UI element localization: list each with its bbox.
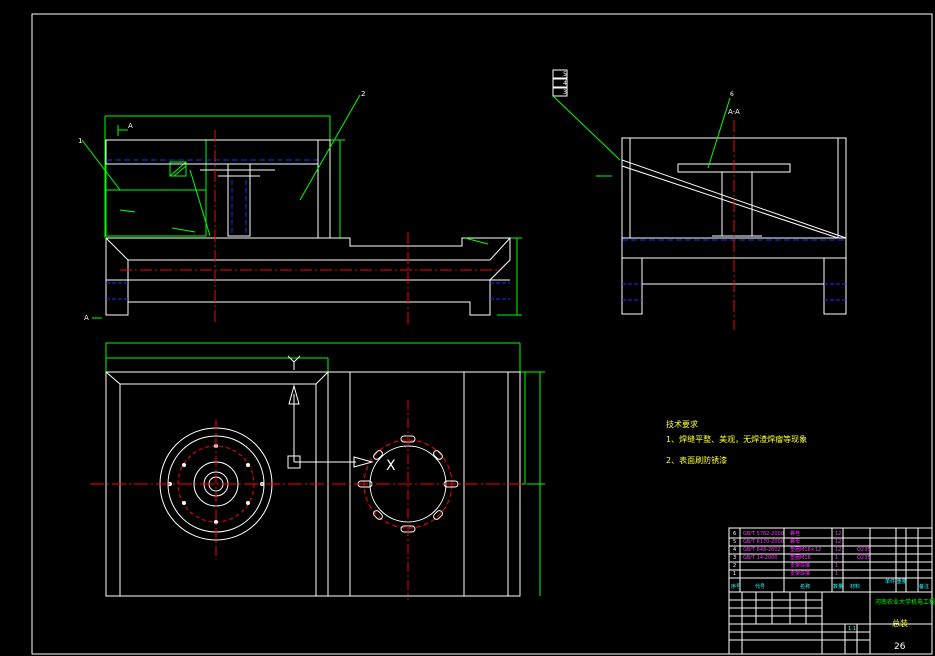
technical-requirements: 技术要求 1、焊缝平整、美观，无焊渣焊瘤等现象 2、表面刷防锈漆	[666, 419, 807, 465]
header-qty: 数量	[833, 583, 843, 590]
part-qty: 12	[835, 539, 841, 545]
leader-label-1: 1	[78, 137, 82, 145]
weld-diag	[189, 169, 211, 237]
top-view: X	[90, 342, 545, 600]
part-material: Q235	[857, 547, 870, 553]
leader-label-3: 3	[563, 89, 567, 96]
sheet-number: 26	[894, 642, 906, 652]
weld-frame	[105, 139, 207, 237]
part-code: GB/T 6170-2000	[743, 539, 784, 545]
part-name: 支架焊接	[790, 562, 810, 569]
part-no: 2	[733, 563, 736, 569]
part-qty: 12	[835, 547, 841, 553]
section-mark-bottom: A	[84, 314, 89, 322]
school-name: 河南农业大学机电工程学院	[875, 598, 935, 606]
part-qty: 1	[835, 555, 838, 561]
scale-value: 1:1	[848, 626, 856, 632]
header-code: 代号	[755, 583, 765, 590]
column	[227, 163, 251, 237]
part-material: Q235	[857, 555, 870, 561]
base-outline	[105, 237, 511, 316]
front-view: A A 1 2	[78, 90, 522, 325]
ucs-x-label: X	[386, 458, 396, 474]
part-code: GB/T 848-2002	[743, 547, 781, 553]
leader-1	[81, 139, 121, 191]
leader-3-5	[552, 95, 621, 161]
part-qty: 12	[835, 531, 841, 537]
header-material: 材料	[850, 583, 860, 590]
tech-item-2: 2、表面刷防锈漆	[666, 455, 727, 465]
leader-label-2: 2	[361, 90, 365, 98]
leader-label-5: 5	[563, 71, 567, 78]
side-view: 5 4 3 6 A-A	[552, 69, 847, 330]
header-note: 单件 重量	[885, 578, 907, 585]
cad-drawing: A A 1 2 5 4 3 6 A-A X 技术要求 1、焊缝平整、美观，无焊渣…	[31, 13, 935, 655]
header-no: 序号	[731, 583, 741, 590]
part-name: 垫圈M16	[790, 554, 811, 561]
part-name: 螺母	[790, 538, 800, 545]
leader-label-4: 4	[563, 80, 567, 87]
part-code: GB/T 5782-2000	[743, 531, 784, 537]
leader-label-6: 6	[730, 91, 734, 98]
tech-item-1: 1、焊缝平整、美观，无焊渣焊瘤等现象	[666, 434, 807, 444]
tech-title: 技术要求	[666, 419, 698, 429]
part-qty: 1	[835, 563, 838, 569]
header-name: 名称	[800, 583, 810, 590]
part-name: 垫圈M16×12	[790, 546, 821, 553]
part-no: 6	[733, 531, 736, 537]
part-name: 螺栓	[790, 530, 800, 537]
header-remark: 备注	[919, 583, 929, 590]
section-title: A-A	[728, 108, 740, 116]
drawing-name: 总装	[892, 618, 908, 628]
leader-6	[707, 97, 731, 169]
part-no: 1	[733, 571, 736, 577]
part-name: 支架焊接	[790, 570, 810, 577]
part-no: 3	[733, 555, 736, 561]
section-mark-top: A	[128, 122, 133, 130]
part-no: 4	[733, 547, 736, 553]
part-qty: 1	[835, 571, 838, 577]
part-code: GB/T 14-2000	[743, 555, 778, 561]
title-block: 河南农业大学机电工程学院 总装 26 1:1 序号 代号 名称 数量 材料 单件…	[728, 527, 935, 655]
part-no: 5	[733, 539, 736, 545]
